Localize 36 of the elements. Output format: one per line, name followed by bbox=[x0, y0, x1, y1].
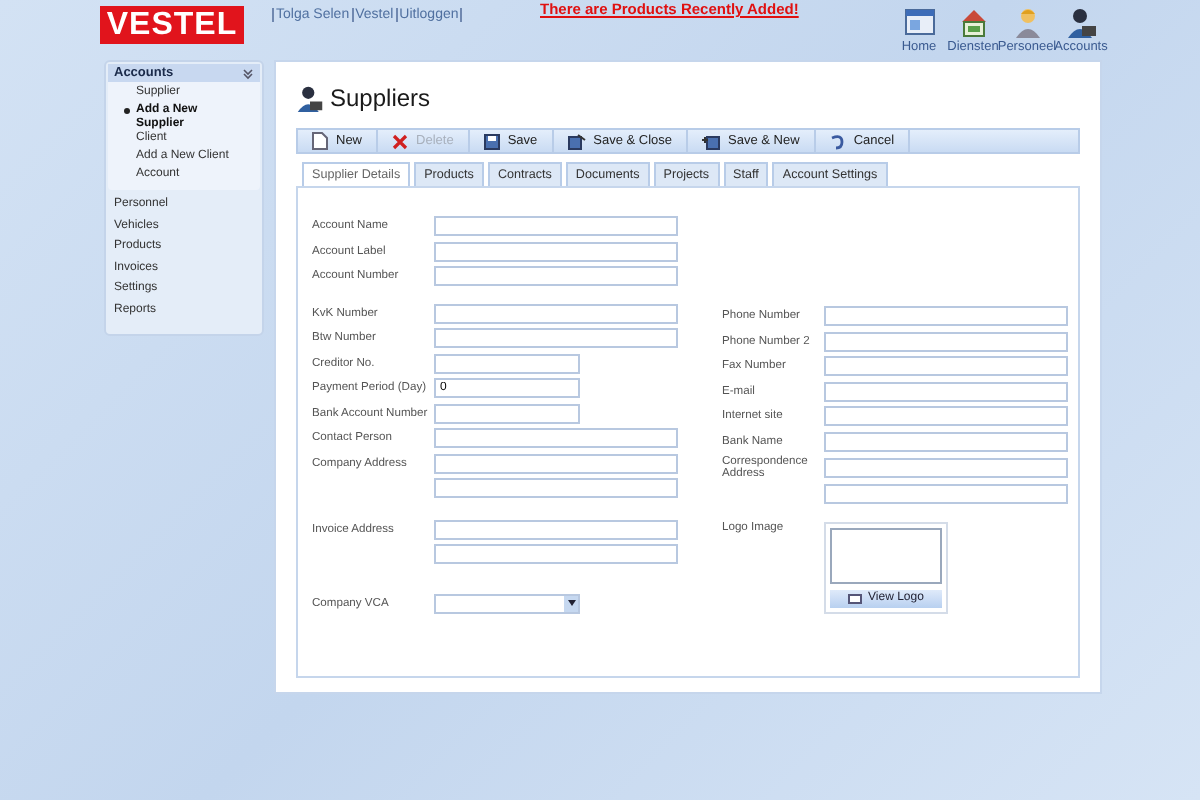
input-field[interactable] bbox=[824, 356, 1068, 377]
image-icon bbox=[848, 593, 863, 603]
image-placeholder bbox=[830, 527, 942, 583]
delete-icon bbox=[392, 133, 409, 149]
input-field[interactable] bbox=[434, 241, 678, 262]
input-field[interactable] bbox=[824, 381, 1068, 402]
user-icon bbox=[1065, 6, 1097, 38]
input-field[interactable] bbox=[434, 428, 678, 449]
page-title: Suppliers bbox=[330, 84, 431, 112]
input-field[interactable] bbox=[824, 458, 1068, 478]
input-field[interactable] bbox=[434, 328, 678, 349]
input-field[interactable] bbox=[434, 403, 580, 424]
input-field[interactable] bbox=[434, 544, 678, 565]
input-field[interactable] bbox=[434, 453, 678, 474]
input-field[interactable] bbox=[824, 331, 1068, 352]
vestel-logo: VESTEL bbox=[100, 6, 244, 44]
input-field[interactable] bbox=[824, 484, 1068, 505]
undo-icon bbox=[829, 133, 846, 149]
window-icon bbox=[903, 6, 935, 38]
house-icon bbox=[957, 6, 989, 38]
caret-icon bbox=[567, 600, 575, 607]
input-field[interactable] bbox=[824, 431, 1068, 452]
collapse-icon[interactable] bbox=[242, 67, 254, 79]
input-field[interactable] bbox=[434, 519, 678, 540]
input-field[interactable] bbox=[434, 216, 678, 237]
worker-icon bbox=[1011, 6, 1043, 38]
input-field[interactable] bbox=[434, 353, 580, 374]
bullet-icon bbox=[124, 108, 130, 114]
input-field[interactable] bbox=[434, 303, 678, 324]
input-field[interactable] bbox=[434, 478, 678, 499]
dropdown[interactable] bbox=[434, 593, 580, 614]
document-icon bbox=[312, 132, 328, 150]
user-icon bbox=[296, 84, 324, 112]
input-field[interactable] bbox=[434, 266, 678, 287]
input-field[interactable] bbox=[824, 306, 1068, 327]
input-field[interactable] bbox=[824, 406, 1068, 427]
